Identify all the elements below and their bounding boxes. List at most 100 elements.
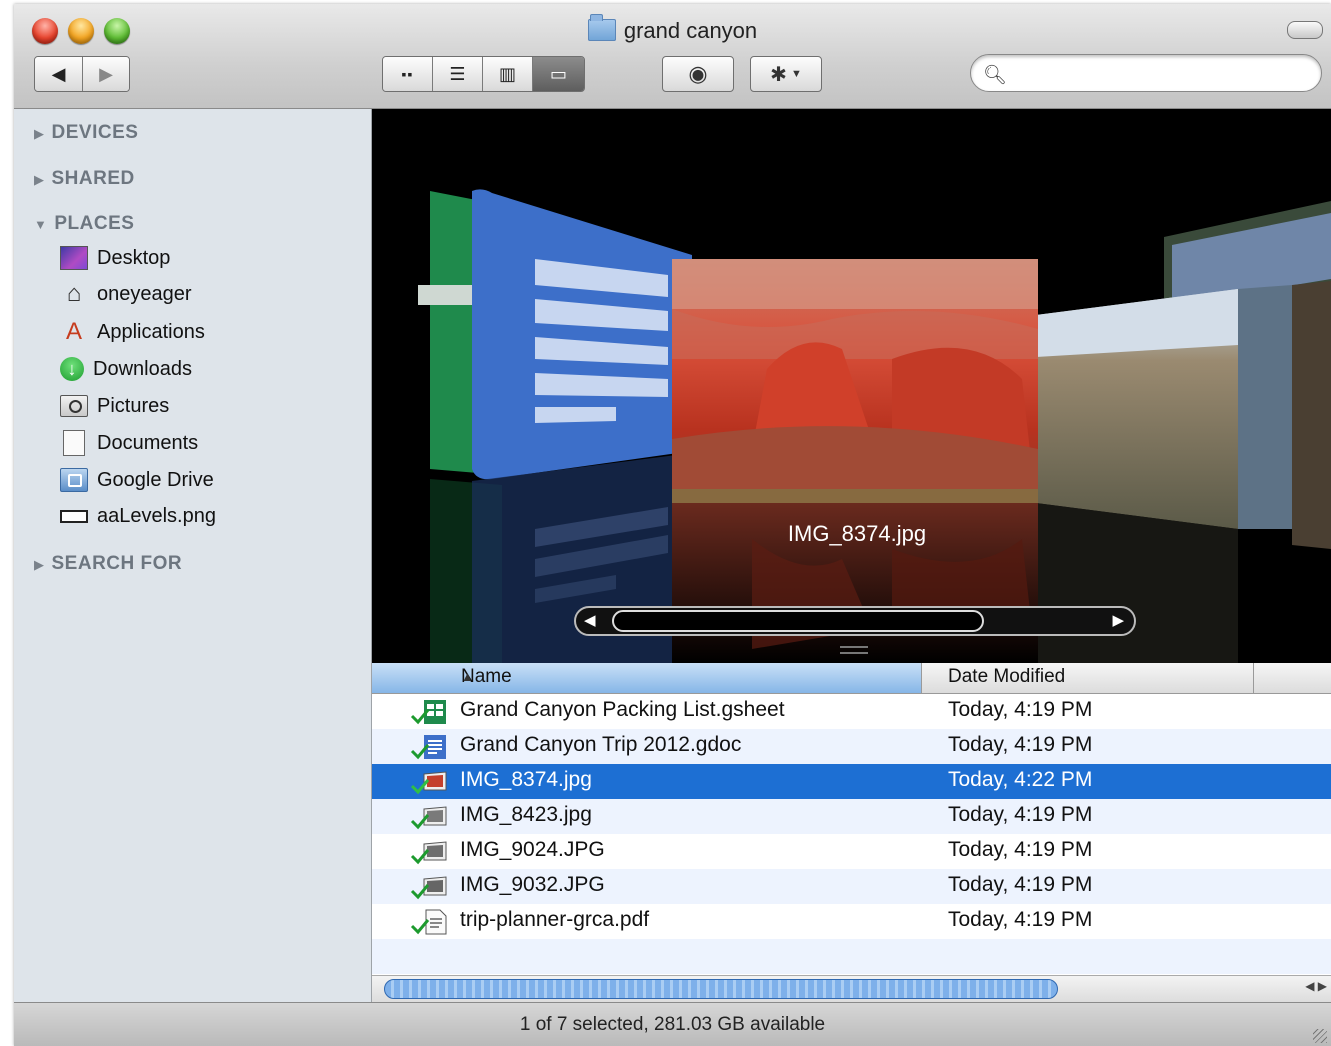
- file-name: Grand Canyon Packing List.gsheet: [460, 698, 785, 721]
- sidebar-item-label: aaLevels.png: [97, 504, 216, 527]
- desktop-icon: [60, 246, 88, 270]
- cover-flow-artwork: [418, 189, 1331, 663]
- section-label: SHARED: [51, 168, 135, 189]
- sidebar-item-documents[interactable]: Documents: [60, 427, 198, 459]
- gdoc-cover[interactable]: [472, 189, 692, 663]
- google-drive-icon: [60, 468, 88, 492]
- scroll-left-icon[interactable]: ◀: [584, 611, 596, 629]
- sidebar-section-search-for[interactable]: ▶ SEARCH FOR: [34, 553, 182, 575]
- file-date: Today, 4:19 PM: [948, 873, 1093, 896]
- file-row[interactable]: IMG_9024.JPG Today, 4:19 PM: [372, 834, 1331, 869]
- columns-icon: ▥: [498, 63, 516, 84]
- file-date: Today, 4:19 PM: [948, 838, 1093, 861]
- cover-flow-caption: IMG_8374.jpg: [787, 521, 927, 546]
- column-view-button[interactable]: ▥: [483, 57, 533, 91]
- section-label: SEARCH FOR: [51, 553, 183, 574]
- sidebar: ▶ DEVICES ▶ SHARED ▼ PLACES Desktop ⌂ oneyea…: [14, 109, 372, 1002]
- file-name: IMG_8374.jpg: [460, 768, 592, 791]
- image-icon: [410, 841, 447, 865]
- file-date: Today, 4:19 PM: [948, 733, 1093, 756]
- file-name: IMG_9032.JPG: [460, 873, 605, 896]
- file-row[interactable]: IMG_9032.JPG Today, 4:19 PM: [372, 869, 1331, 904]
- sidebar-item-google-drive[interactable]: Google Drive: [60, 464, 214, 496]
- date-modified-column-header[interactable]: Date Modified: [948, 666, 1065, 688]
- quick-look-button[interactable]: ◉: [662, 56, 734, 92]
- image-icon: [410, 806, 447, 830]
- image-file-icon: [60, 509, 88, 523]
- resize-grip-icon[interactable]: [1313, 1029, 1327, 1043]
- status-text: 1 of 7 selected, 281.03 GB available: [519, 1014, 826, 1035]
- forward-button[interactable]: ▶: [83, 57, 129, 91]
- chevron-down-icon: ▼: [790, 68, 802, 80]
- horizontal-scrollbar[interactable]: ◀ ▶: [372, 975, 1331, 1003]
- cover-flow-scrollbar[interactable]: ◀ ▶: [574, 606, 1136, 636]
- search-field: 🔍︎: [970, 54, 1322, 92]
- scroll-right-icon[interactable]: ▶: [1112, 611, 1124, 629]
- icon-view-button[interactable]: ▪▪: [383, 57, 433, 91]
- disclosure-triangle-icon: ▶: [34, 557, 45, 572]
- file-row[interactable]: Grand Canyon Packing List.gsheet Today, …: [372, 694, 1331, 729]
- home-icon: ⌂: [66, 280, 82, 307]
- right-photo-covers[interactable]: [1036, 201, 1331, 663]
- file-name: Grand Canyon Trip 2012.gdoc: [460, 733, 742, 756]
- pictures-icon: [60, 395, 88, 417]
- sort-ascending-icon: ▲: [461, 669, 474, 684]
- sidebar-item-pictures[interactable]: Pictures: [60, 390, 169, 422]
- image-icon: [410, 771, 447, 795]
- disclosure-triangle-icon: ▶: [34, 126, 45, 141]
- list-view-button[interactable]: ☰: [433, 57, 483, 91]
- empty-row: [372, 939, 1331, 974]
- folder-icon: [587, 14, 616, 41]
- cover-flow-view-button[interactable]: ▭: [533, 57, 584, 91]
- file-name: IMG_8423.jpg: [460, 803, 592, 826]
- toolbar: grand canyon ◀ ▶ ▪▪ ☰ ▥ ▭ ◉ ✱ ▼ 🔍︎: [14, 4, 1331, 109]
- gdoc-icon: [410, 735, 446, 760]
- list-icon: ☰: [449, 63, 466, 84]
- file-row-selected[interactable]: IMG_8374.jpg Today, 4:22 PM: [372, 764, 1331, 799]
- action-menu-button[interactable]: ✱ ▼: [750, 56, 822, 92]
- documents-icon: [63, 430, 85, 456]
- sidebar-item-aalevels[interactable]: aaLevels.png: [60, 500, 216, 532]
- sidebar-item-downloads[interactable]: ↓ Downloads: [60, 353, 192, 385]
- cover-flow-scroll-thumb[interactable]: [612, 610, 984, 632]
- sidebar-item-label: Applications: [97, 320, 205, 343]
- section-label: PLACES: [54, 213, 135, 234]
- sidebar-item-label: oneyeager: [97, 282, 192, 305]
- scroll-arrows-icon[interactable]: ◀ ▶: [1305, 979, 1327, 993]
- file-name: trip-planner-grca.pdf: [460, 908, 650, 931]
- sidebar-section-shared[interactable]: ▶ SHARED: [34, 168, 135, 190]
- sidebar-section-places[interactable]: ▼ PLACES: [34, 213, 134, 235]
- toolbar-toggle-button[interactable]: [1287, 21, 1323, 39]
- sidebar-item-desktop[interactable]: Desktop: [60, 242, 170, 274]
- file-date: Today, 4:19 PM: [948, 698, 1093, 721]
- horizontal-scroll-thumb[interactable]: [384, 979, 1058, 999]
- search-input[interactable]: [1009, 61, 1313, 87]
- disclosure-triangle-open-icon: ▼: [34, 217, 48, 232]
- name-column-header[interactable]: Name ▲: [372, 663, 922, 693]
- file-row[interactable]: IMG_8423.jpg Today, 4:19 PM: [372, 799, 1331, 834]
- sidebar-section-devices[interactable]: ▶ DEVICES: [34, 122, 138, 144]
- sidebar-item-home[interactable]: ⌂ oneyeager: [60, 278, 192, 310]
- gsheet-icon: [410, 700, 446, 725]
- selected-photo-cover[interactable]: [672, 259, 1038, 663]
- back-forward-control: ◀ ▶: [34, 56, 130, 92]
- file-date: Today, 4:19 PM: [948, 908, 1093, 931]
- file-date: Today, 4:22 PM: [948, 768, 1093, 791]
- sidebar-item-label: Documents: [97, 431, 199, 454]
- sidebar-item-label: Google Drive: [97, 468, 214, 491]
- applications-icon: A: [65, 318, 82, 345]
- file-row[interactable]: trip-planner-grca.pdf Today, 4:19 PM: [372, 904, 1331, 939]
- left-arrow-icon: ◀: [51, 63, 66, 84]
- sidebar-item-applications[interactable]: A Applications: [60, 316, 205, 348]
- grid-icon: ▪▪: [401, 66, 414, 82]
- downloads-icon: ↓: [60, 357, 84, 381]
- file-row[interactable]: Grand Canyon Trip 2012.gdoc Today, 4:19 …: [372, 729, 1331, 764]
- splitter-grip[interactable]: [840, 646, 868, 654]
- disclosure-triangle-icon: ▶: [34, 172, 45, 187]
- image-icon: [410, 876, 447, 900]
- search-icon: 🔍︎: [983, 65, 1008, 86]
- gear-icon: ✱: [770, 63, 787, 86]
- cover-flow-icon: ▭: [549, 63, 567, 84]
- file-name: IMG_9024.JPG: [460, 838, 605, 861]
- back-button[interactable]: ◀: [35, 57, 83, 91]
